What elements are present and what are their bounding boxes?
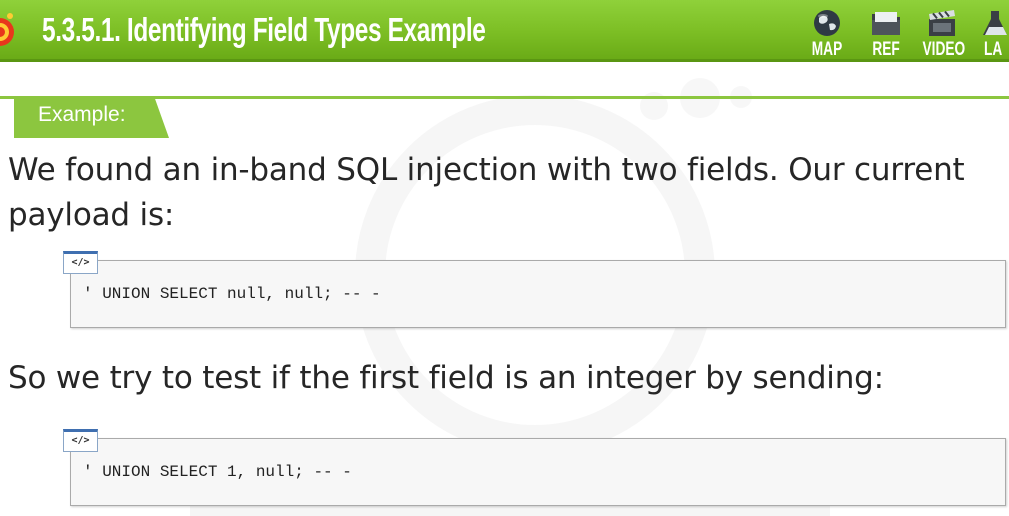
course-logo-icon [0,13,14,46]
ref-button[interactable]: REF [859,8,913,60]
slide-header: 5.3.5.1. Identifying Field Types Example… [0,0,1009,62]
video-button[interactable]: VIDEO [915,8,969,60]
example-tab: Example: [14,96,169,140]
code-block-test-payload: </> ' UNION SELECT 1, null; -- - [63,429,1006,506]
slide-title: 5.3.5.1. Identifying Field Types Example [42,11,486,48]
film-clapper-icon [929,10,955,36]
ref-label: REF [872,39,900,60]
map-button[interactable]: MAP [800,8,854,60]
lab-button[interactable]: LA [980,8,1009,60]
intro-paragraph: We found an in-band SQL injection with t… [8,152,965,233]
code-block-original-payload: </> ' UNION SELECT null, null; -- - [63,251,1006,328]
code-snippet-icon[interactable]: </> [63,251,98,274]
lab-flask-icon [983,11,1007,35]
map-label: MAP [811,39,843,60]
example-label: Example: [38,103,126,126]
test-paragraph: So we try to test if the first field is … [8,360,884,396]
code-snippet-icon[interactable]: </> [63,429,98,452]
globe-icon [814,10,840,36]
video-label: VIDEO [922,39,966,60]
code-text: ' UNION SELECT 1, null; -- - [83,463,352,481]
code-text: ' UNION SELECT null, null; -- - [83,285,381,303]
folder-icon [872,12,900,35]
lab-label: LA [984,39,1003,60]
